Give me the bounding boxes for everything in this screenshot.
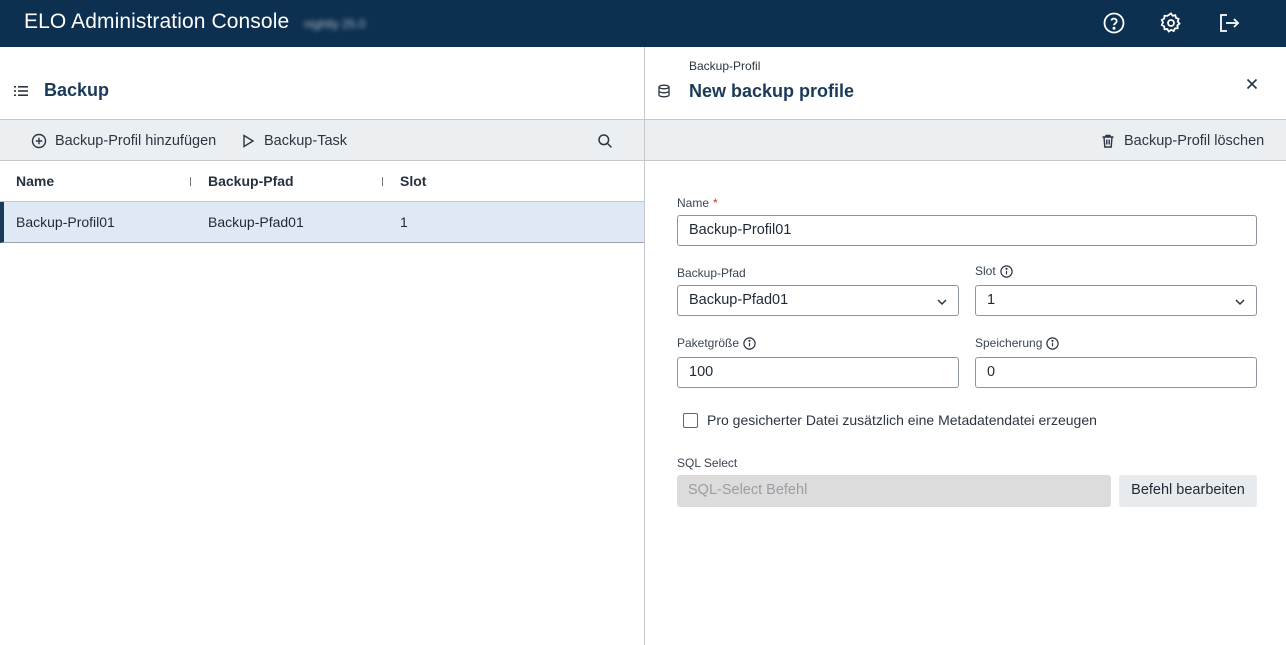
info-icon[interactable] xyxy=(743,336,756,350)
metadata-checkbox[interactable] xyxy=(683,413,698,428)
backup-profile-detail-panel: Backup-Profil New backup profile Backup-… xyxy=(645,47,1286,645)
backup-path-select[interactable]: Backup-Pfad01 xyxy=(677,285,959,316)
list-icon xyxy=(14,84,28,98)
packet-size-label-text: Paketgröße xyxy=(677,336,740,350)
database-icon xyxy=(657,84,671,98)
storage-label: Speicherung xyxy=(975,336,1060,350)
backup-path-label: Backup-Pfad xyxy=(677,266,746,280)
panel-overline: Backup-Profil xyxy=(689,59,761,73)
sql-select-input[interactable]: SQL-Select Befehl xyxy=(677,475,1111,507)
slot-label-text: Slot xyxy=(975,264,996,278)
backup-task-label: Backup-Task xyxy=(264,133,348,149)
add-backup-profile-button[interactable]: Backup-Profil hinzufügen xyxy=(31,131,216,151)
delete-backup-profile-button[interactable]: Backup-Profil löschen xyxy=(1100,131,1264,151)
panel-title: New backup profile xyxy=(689,81,855,101)
name-label-text: Name xyxy=(677,196,710,210)
sql-select-label: SQL Select xyxy=(677,456,737,470)
settings-icon[interactable] xyxy=(1159,11,1183,35)
slot-label: Slot xyxy=(975,264,1013,278)
chevron-down-icon xyxy=(1235,299,1245,306)
table-row[interactable]: Backup-Profil01 Backup-Pfad01 1 xyxy=(0,202,644,243)
column-resize-handle[interactable] xyxy=(190,177,191,186)
right-toolbar: Backup-Profil löschen xyxy=(645,120,1286,161)
add-backup-profile-label: Backup-Profil hinzufügen xyxy=(55,133,217,149)
cell-slot: 1 xyxy=(400,214,408,230)
column-header-path[interactable]: Backup-Pfad xyxy=(208,173,294,189)
storage-label-text: Speicherung xyxy=(975,336,1043,350)
column-header-slot[interactable]: Slot xyxy=(400,173,426,189)
backup-task-button[interactable]: Backup-Task xyxy=(240,131,347,151)
packet-size-value: 100 xyxy=(689,364,714,380)
name-input[interactable]: Backup-Profil01 xyxy=(677,215,1257,246)
help-icon[interactable] xyxy=(1102,11,1126,35)
column-header-name[interactable]: Name xyxy=(16,173,54,189)
backup-path-value: Backup-Pfad01 xyxy=(689,292,789,308)
left-toolbar: Backup-Profil hinzufügen Backup-Task xyxy=(0,120,644,161)
cell-path: Backup-Pfad01 xyxy=(208,214,304,230)
backup-list-panel: Backup Backup-Profil hinzufügen Backup-T… xyxy=(0,47,644,645)
app-title: ELO Administration Console xyxy=(24,10,290,33)
add-circle-icon xyxy=(31,133,47,149)
packet-size-label: Paketgröße xyxy=(677,336,756,350)
trash-icon xyxy=(1102,134,1114,148)
logout-icon[interactable] xyxy=(1217,11,1241,35)
metadata-checkbox-label[interactable]: Pro gesicherter Datei zusätzlich eine Me… xyxy=(707,412,1097,428)
storage-input[interactable]: 0 xyxy=(975,357,1257,388)
left-panel-header: Backup xyxy=(0,47,644,120)
name-input-value: Backup-Profil01 xyxy=(689,222,792,238)
sql-select-label-text: SQL Select xyxy=(677,456,738,470)
chevron-down-icon xyxy=(937,299,947,306)
top-bar: ELO Administration Console nightly 25.0 xyxy=(0,0,1286,47)
slot-value: 1 xyxy=(987,292,996,308)
name-field-label: Name * xyxy=(677,196,718,210)
close-icon[interactable] xyxy=(1245,77,1259,91)
right-panel-header: Backup-Profil New backup profile xyxy=(645,47,1286,120)
storage-value: 0 xyxy=(987,364,996,380)
backup-path-label-text: Backup-Pfad xyxy=(677,266,746,280)
table-header: Name Backup-Pfad Slot xyxy=(0,161,644,202)
delete-backup-profile-label: Backup-Profil löschen xyxy=(1124,133,1265,149)
info-icon[interactable] xyxy=(1046,336,1060,350)
column-resize-handle[interactable] xyxy=(382,177,383,186)
search-button[interactable] xyxy=(597,131,621,151)
play-icon xyxy=(243,134,255,148)
required-marker: * xyxy=(713,196,718,210)
slot-select[interactable]: 1 xyxy=(975,285,1257,316)
app-version: nightly 25.0 xyxy=(304,17,366,31)
cell-name: Backup-Profil01 xyxy=(16,214,115,230)
panel-title: Backup xyxy=(44,80,110,100)
sql-select-placeholder: SQL-Select Befehl xyxy=(688,482,808,498)
edit-command-button[interactable]: Befehl bearbeiten xyxy=(1119,475,1257,507)
search-icon xyxy=(598,134,612,148)
packet-size-input[interactable]: 100 xyxy=(677,357,959,388)
info-icon[interactable] xyxy=(999,264,1013,278)
